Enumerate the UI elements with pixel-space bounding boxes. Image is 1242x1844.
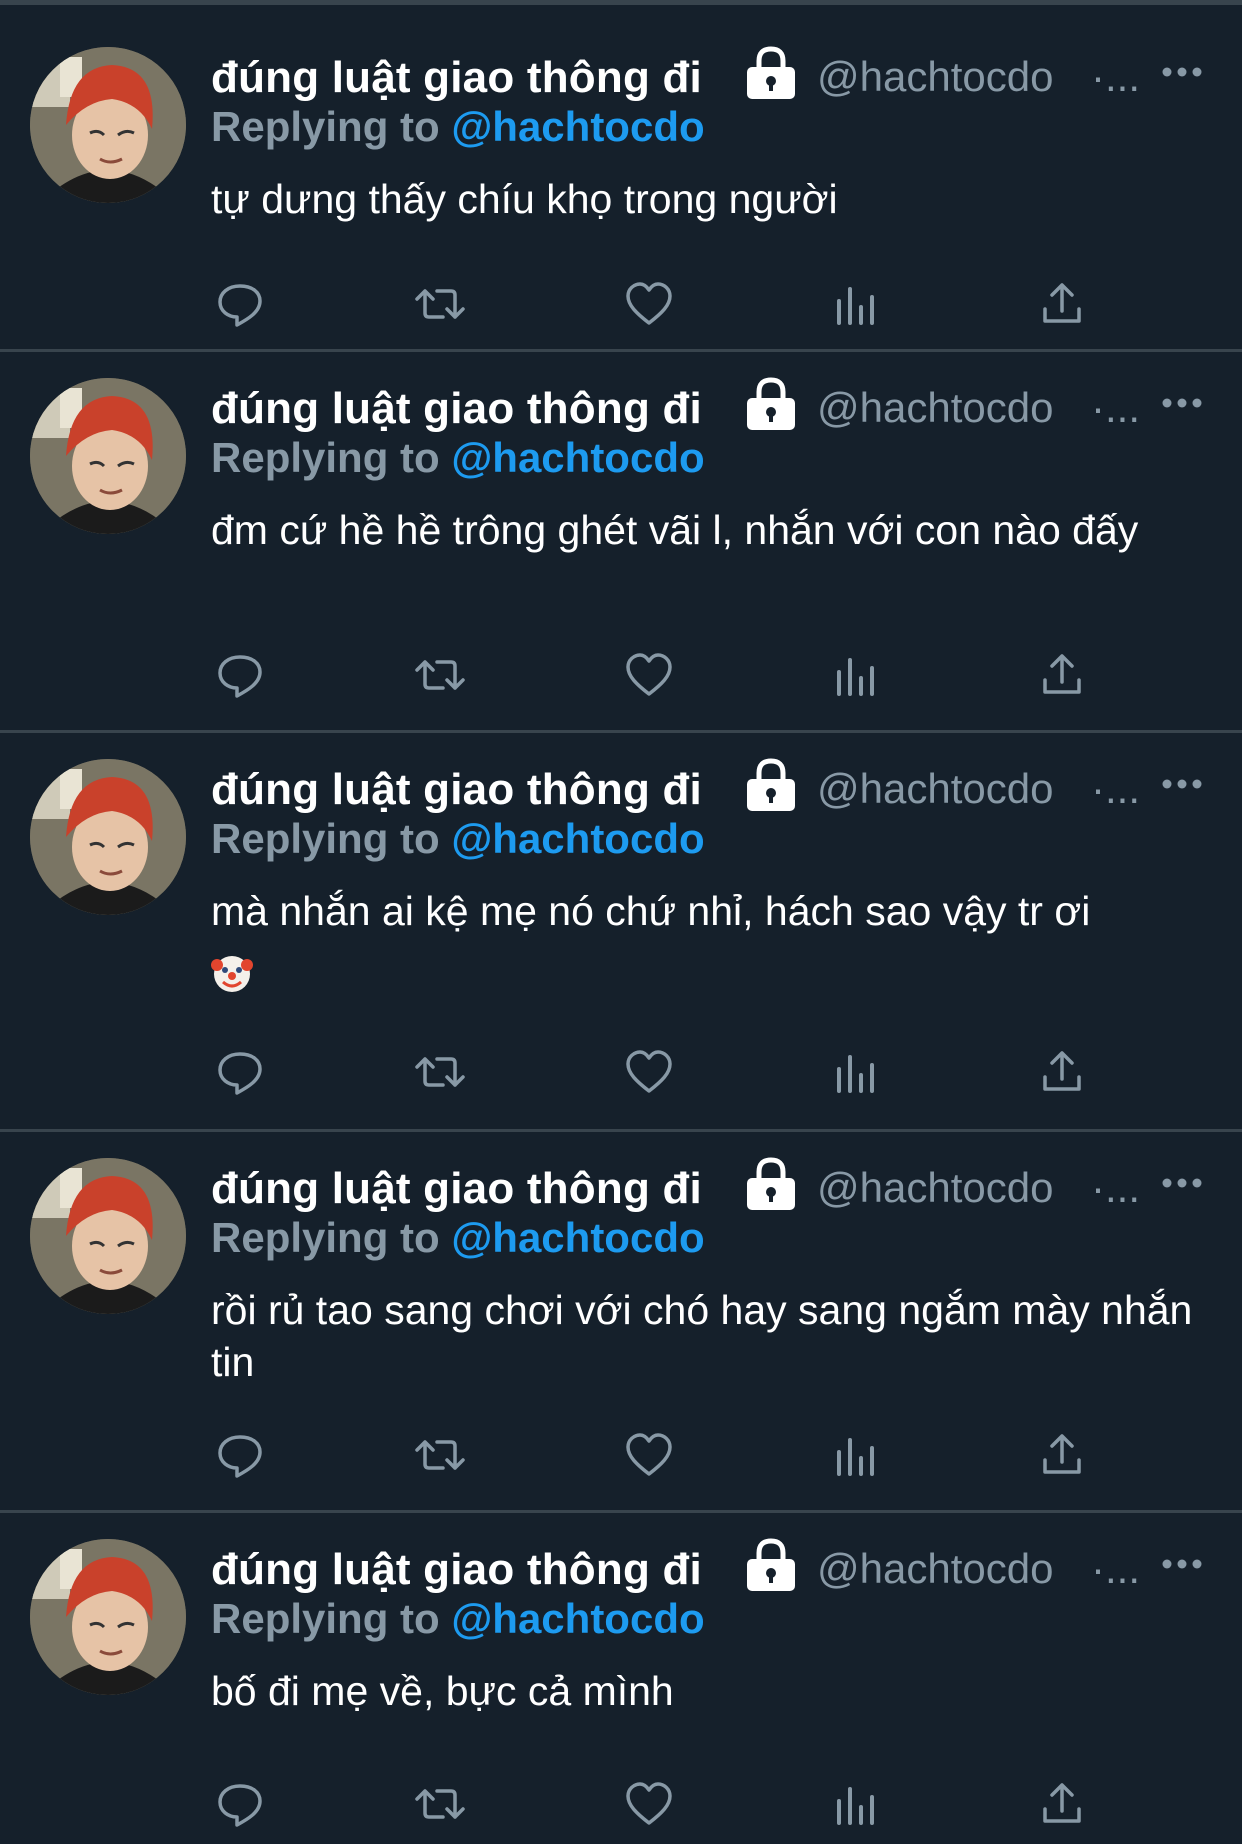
avatar[interactable] xyxy=(30,1539,186,1695)
timestamp-separator: ·... xyxy=(1091,765,1140,812)
timestamp-separator: ·... xyxy=(1091,1545,1140,1592)
avatar[interactable] xyxy=(30,1158,186,1314)
heart-icon[interactable] xyxy=(624,1047,674,1097)
retweet-icon[interactable] xyxy=(415,279,465,329)
more-icon[interactable] xyxy=(1161,1557,1203,1571)
tweet[interactable]: đúng luật giao thông đi @hachtocdo ·... … xyxy=(0,5,1242,352)
tweet-header: đúng luật giao thông đi @hachtocdo ·... xyxy=(211,1535,1212,1595)
tweet-header: đúng luật giao thông đi @hachtocdo ·... xyxy=(211,1154,1212,1214)
lock-icon xyxy=(743,43,799,101)
retweet-icon[interactable] xyxy=(415,1430,465,1480)
reply-icon[interactable] xyxy=(215,650,265,700)
heart-icon[interactable] xyxy=(624,279,674,329)
display-name[interactable]: đúng luật giao thông đi xyxy=(211,1164,702,1214)
tweet[interactable]: đúng luật giao thông đi @hachtocdo ·... … xyxy=(0,1513,1242,1844)
handle[interactable]: @hachtocdo xyxy=(817,765,1053,813)
tweet-text-body: mà nhắn ai kệ mẹ nó chứ nhỉ, hách sao vậ… xyxy=(211,888,1091,934)
replying-to-label: Replying to xyxy=(211,815,452,862)
handle[interactable]: @hachtocdo xyxy=(817,1164,1053,1212)
lock-icon xyxy=(743,374,799,432)
tweet-actions xyxy=(211,1430,1211,1486)
reply-handle-link[interactable]: @hachtocdo xyxy=(451,1214,704,1261)
clown-face-icon xyxy=(211,952,253,994)
replying-to-label: Replying to xyxy=(211,103,452,150)
views-icon[interactable] xyxy=(831,1430,881,1480)
timestamp-separator: ·... xyxy=(1091,53,1140,100)
retweet-icon[interactable] xyxy=(415,1779,465,1829)
tweet-header: đúng luật giao thông đi @hachtocdo ·... xyxy=(211,374,1212,434)
tweet-actions xyxy=(211,650,1211,706)
tweet-text: tự dưng thấy chíu khọ trong người xyxy=(211,176,838,222)
replying-to-label: Replying to xyxy=(211,1595,452,1642)
replying-to-label: Replying to xyxy=(211,434,452,481)
share-icon[interactable] xyxy=(1037,1430,1087,1480)
lock-icon xyxy=(743,755,799,813)
tweet-actions xyxy=(211,279,1211,335)
timestamp-separator: ·... xyxy=(1091,1164,1140,1211)
views-icon[interactable] xyxy=(831,1779,881,1829)
views-icon[interactable] xyxy=(831,1047,881,1097)
avatar[interactable] xyxy=(30,759,186,915)
tweet-text: rồi rủ tao sang chơi với chó hay sang ng… xyxy=(211,1287,1193,1385)
tweet-text: bố đi mẹ về, bực cả mình xyxy=(211,1668,674,1714)
display-name[interactable]: đúng luật giao thông đi xyxy=(211,1545,702,1595)
tweet-actions xyxy=(211,1047,1211,1103)
tweet[interactable]: đúng luật giao thông đi @hachtocdo ·... … xyxy=(0,1132,1242,1513)
replying-to: Replying to @hachtocdo xyxy=(211,434,705,482)
share-icon[interactable] xyxy=(1037,1779,1087,1829)
tweet-text: mà nhắn ai kệ mẹ nó chứ nhỉ, hách sao vậ… xyxy=(211,885,1211,994)
display-name[interactable]: đúng luật giao thông đi xyxy=(211,53,702,103)
views-icon[interactable] xyxy=(831,650,881,700)
tweet[interactable]: đúng luật giao thông đi @hachtocdo ·... … xyxy=(0,352,1242,733)
avatar[interactable] xyxy=(30,47,186,203)
replying-to: Replying to @hachtocdo xyxy=(211,1595,705,1643)
reply-icon[interactable] xyxy=(215,279,265,329)
handle[interactable]: @hachtocdo xyxy=(817,1545,1053,1593)
display-name[interactable]: đúng luật giao thông đi xyxy=(211,765,702,815)
replying-to: Replying to @hachtocdo xyxy=(211,815,705,863)
tweet-text: đm cứ hề hề trông ghét vãi l, nhắn với c… xyxy=(211,507,1139,553)
retweet-icon[interactable] xyxy=(415,1047,465,1097)
share-icon[interactable] xyxy=(1037,279,1087,329)
reply-handle-link[interactable]: @hachtocdo xyxy=(451,434,704,481)
tweet-header: đúng luật giao thông đi @hachtocdo ·... xyxy=(211,755,1212,815)
heart-icon[interactable] xyxy=(624,650,674,700)
reply-icon[interactable] xyxy=(215,1430,265,1480)
reply-icon[interactable] xyxy=(215,1779,265,1829)
replying-to: Replying to @hachtocdo xyxy=(211,103,705,151)
display-name[interactable]: đúng luật giao thông đi xyxy=(211,384,702,434)
reply-icon[interactable] xyxy=(215,1047,265,1097)
timestamp-separator: ·... xyxy=(1091,384,1140,431)
reply-handle-link[interactable]: @hachtocdo xyxy=(451,103,704,150)
replying-to-label: Replying to xyxy=(211,1214,452,1261)
more-icon[interactable] xyxy=(1161,396,1203,410)
more-icon[interactable] xyxy=(1161,65,1203,79)
lock-icon xyxy=(743,1154,799,1212)
tweet[interactable]: đúng luật giao thông đi @hachtocdo ·... … xyxy=(0,733,1242,1132)
share-icon[interactable] xyxy=(1037,650,1087,700)
heart-icon[interactable] xyxy=(624,1430,674,1480)
more-icon[interactable] xyxy=(1161,1176,1203,1190)
handle[interactable]: @hachtocdo xyxy=(817,384,1053,432)
reply-handle-link[interactable]: @hachtocdo xyxy=(451,815,704,862)
retweet-icon[interactable] xyxy=(415,650,465,700)
share-icon[interactable] xyxy=(1037,1047,1087,1097)
avatar[interactable] xyxy=(30,378,186,534)
lock-icon xyxy=(743,1535,799,1593)
tweet-actions xyxy=(211,1779,1211,1835)
heart-icon[interactable] xyxy=(624,1779,674,1829)
handle[interactable]: @hachtocdo xyxy=(817,53,1053,101)
views-icon[interactable] xyxy=(831,279,881,329)
more-icon[interactable] xyxy=(1161,777,1203,791)
reply-handle-link[interactable]: @hachtocdo xyxy=(451,1595,704,1642)
tweet-header: đúng luật giao thông đi @hachtocdo ·... xyxy=(211,43,1212,103)
replying-to: Replying to @hachtocdo xyxy=(211,1214,705,1262)
